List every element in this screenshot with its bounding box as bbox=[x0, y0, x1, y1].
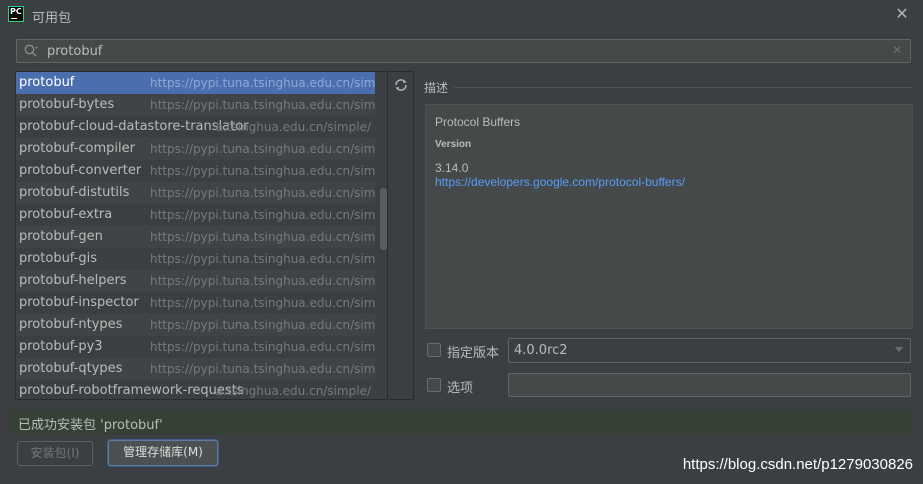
refresh-icon[interactable] bbox=[393, 77, 409, 93]
package-row[interactable]: protobuf-compiler https://pypi.tuna.tsing… bbox=[16, 138, 387, 160]
package-row[interactable]: protobuf-robotframework-requests a.tsingh… bbox=[16, 380, 387, 399]
package-repo-url: https://pypi.tuna.tsinghua.edu.cn/simple… bbox=[150, 186, 387, 200]
options-label: 选项 bbox=[447, 381, 474, 396]
search-box[interactable]: ✕ bbox=[16, 39, 911, 63]
package-name: protobuf-helpers bbox=[19, 273, 127, 288]
window-title: 可用包 bbox=[32, 11, 72, 26]
description-title: Protocol Buffers bbox=[435, 115, 521, 129]
package-repo-url: https://pypi.tuna.tsinghua.edu.cn/simple… bbox=[150, 340, 387, 354]
package-repo-url: https://pypi.tuna.tsinghua.edu.cn/simple… bbox=[150, 230, 387, 244]
package-row[interactable]: protobuf-py3 https://pypi.tuna.tsinghua.e… bbox=[16, 336, 387, 358]
package-name: protobuf-bytes bbox=[19, 97, 115, 112]
clear-icon[interactable]: ✕ bbox=[892, 43, 902, 57]
package-repo-url: https://pypi.tuna.tsinghua.edu.cn/simple… bbox=[150, 142, 387, 156]
package-name: protobuf-converter bbox=[19, 163, 142, 178]
status-bar: 已成功安装包 'protobuf' bbox=[10, 410, 913, 434]
package-row[interactable]: protobuf https://pypi.tuna.tsinghua.edu.c… bbox=[16, 72, 387, 94]
package-repo-url: https://pypi.tuna.tsinghua.edu.cn/simple… bbox=[150, 164, 387, 178]
package-row[interactable]: protobuf-gis https://pypi.tuna.tsinghua.e… bbox=[16, 248, 387, 270]
chevron-down-icon bbox=[895, 347, 903, 352]
package-repo-url: https://pypi.tuna.tsinghua.edu.cn/simple… bbox=[150, 252, 387, 266]
package-repo-url: a.tsinghua.edu.cn/simple/ bbox=[215, 384, 371, 398]
description-panel: Protocol Buffers Version 3.14.0 https://… bbox=[425, 104, 913, 329]
watermark: https://blog.csdn.net/p1279030826 bbox=[682, 456, 913, 473]
package-name: protobuf-py3 bbox=[19, 339, 103, 354]
install-package-button[interactable]: 安装包(I) bbox=[17, 441, 93, 466]
package-row[interactable]: protobuf-inspector https://pypi.tuna.tsin… bbox=[16, 292, 387, 314]
package-row[interactable]: protobuf-bytes https://pypi.tuna.tsinghua… bbox=[16, 94, 387, 116]
package-name: protobuf-cloud-datastore-translator bbox=[19, 119, 249, 134]
package-name: protobuf-inspector bbox=[19, 295, 139, 310]
package-row[interactable]: protobuf-cloud-datastore-translator a.tsi… bbox=[16, 116, 387, 138]
package-repo-url: https://pypi.tuna.tsinghua.edu.cn/simple… bbox=[150, 208, 387, 222]
package-row[interactable]: protobuf-extra https://pypi.tuna.tsinghua… bbox=[16, 204, 387, 226]
scrollbar-thumb[interactable] bbox=[380, 188, 387, 250]
package-name: protobuf-distutils bbox=[19, 185, 130, 200]
manage-repositories-button[interactable]: 管理存储库(M) bbox=[108, 440, 218, 466]
specify-version-label: 指定版本 bbox=[447, 346, 500, 361]
version-value: 3.14.0 bbox=[435, 161, 469, 175]
title-bar: PC 可用包 ✕ bbox=[0, 0, 923, 30]
description-label: 描述 bbox=[424, 81, 449, 95]
package-repo-url: a.tsinghua.edu.cn/simple/ bbox=[215, 120, 371, 134]
package-repo-url: https://pypi.tuna.tsinghua.edu.cn/simple… bbox=[150, 318, 387, 332]
package-row[interactable]: protobuf-converter https://pypi.tuna.tsin… bbox=[16, 160, 387, 182]
package-name: protobuf-robotframework-requests bbox=[19, 383, 244, 398]
version-heading: Version bbox=[435, 139, 472, 150]
package-name: protobuf-compiler bbox=[19, 141, 135, 156]
package-repo-url: https://pypi.tuna.tsinghua.edu.cn/simple… bbox=[150, 98, 387, 112]
package-repo-url: https://pypi.tuna.tsinghua.edu.cn/simple… bbox=[150, 76, 387, 90]
version-select-value: 4.0.0rc2 bbox=[514, 343, 568, 358]
list-toolbar bbox=[389, 71, 414, 400]
options-input[interactable] bbox=[508, 373, 911, 397]
package-list[interactable]: protobuf https://pypi.tuna.tsinghua.edu.c… bbox=[15, 71, 388, 400]
package-name: protobuf bbox=[19, 75, 75, 90]
package-name: protobuf-ntypes bbox=[19, 317, 123, 332]
package-row[interactable]: protobuf-gen https://pypi.tuna.tsinghua.e… bbox=[16, 226, 387, 248]
close-icon[interactable]: ✕ bbox=[893, 5, 911, 23]
search-input[interactable] bbox=[47, 42, 887, 60]
options-checkbox[interactable] bbox=[427, 378, 441, 392]
homepage-link[interactable]: https://developers.google.com/protocol-b… bbox=[435, 175, 685, 189]
package-row[interactable]: protobuf-distutils https://pypi.tuna.tsin… bbox=[16, 182, 387, 204]
package-name: protobuf-extra bbox=[19, 207, 113, 222]
package-row[interactable]: protobuf-ntypes https://pypi.tuna.tsinghu… bbox=[16, 314, 387, 336]
pycharm-icon: PC bbox=[8, 6, 24, 22]
package-name: protobuf-gis bbox=[19, 251, 97, 266]
description-divider bbox=[454, 87, 913, 88]
package-row[interactable]: protobuf-helpers https://pypi.tuna.tsingh… bbox=[16, 270, 387, 292]
version-select[interactable]: 4.0.0rc2 bbox=[508, 338, 911, 363]
status-message: 已成功安装包 'protobuf' bbox=[18, 418, 163, 433]
package-repo-url: https://pypi.tuna.tsinghua.edu.cn/simple… bbox=[150, 274, 387, 288]
package-repo-url: https://pypi.tuna.tsinghua.edu.cn/simple… bbox=[150, 362, 387, 376]
search-icon bbox=[24, 44, 38, 57]
package-name: protobuf-qtypes bbox=[19, 361, 123, 376]
specify-version-checkbox[interactable] bbox=[427, 343, 441, 357]
package-row[interactable]: protobuf-qtypes https://pypi.tuna.tsinghu… bbox=[16, 358, 387, 380]
package-repo-url: https://pypi.tuna.tsinghua.edu.cn/simple… bbox=[150, 296, 387, 310]
package-name: protobuf-gen bbox=[19, 229, 103, 244]
